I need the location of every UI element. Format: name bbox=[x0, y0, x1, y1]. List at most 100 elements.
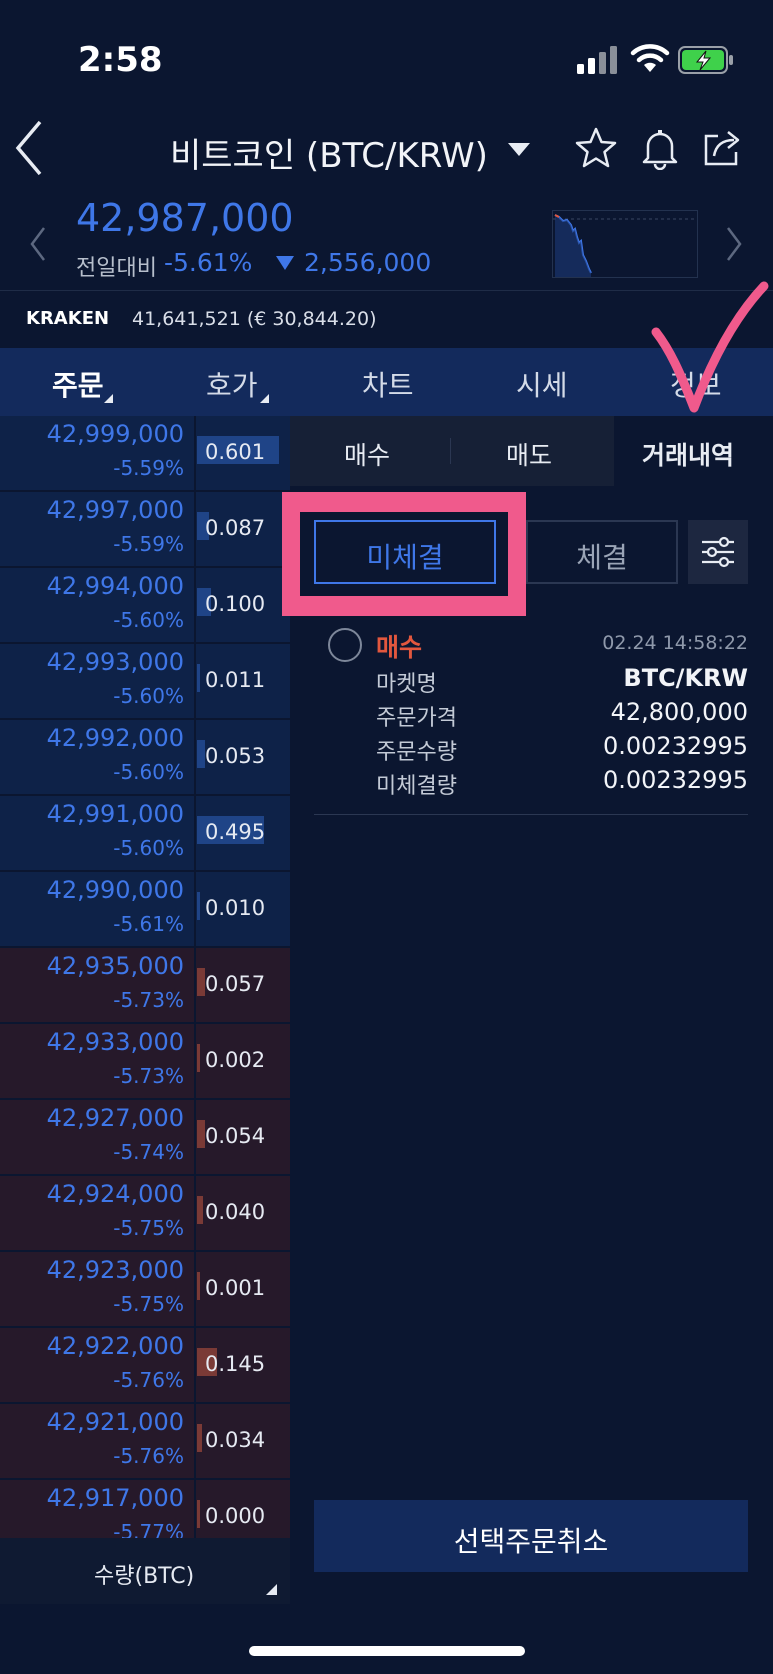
row-price: 42,921,000 bbox=[46, 1408, 184, 1436]
row-column-divider bbox=[194, 1404, 196, 1480]
row-depth-bar bbox=[197, 1044, 200, 1072]
change-label: 전일대비 bbox=[76, 256, 157, 281]
row-quantity: 0.011 bbox=[205, 668, 266, 692]
row-change-percent: -5.60% bbox=[113, 608, 184, 632]
tab-market[interactable]: 시세 bbox=[516, 364, 568, 404]
tab-order-corner-icon bbox=[104, 394, 113, 403]
row-column-divider bbox=[194, 1024, 196, 1100]
checkmark-annotation-icon bbox=[651, 281, 769, 413]
trade-panel-tabs: 매수 매도 거래내역 bbox=[290, 416, 773, 486]
orderbook-row[interactable]: 42,991,000 -5.60% 0.495 bbox=[0, 796, 290, 872]
row-change-percent: -5.73% bbox=[113, 1064, 184, 1088]
home-indicator bbox=[249, 1646, 525, 1656]
row-change-percent: -5.59% bbox=[113, 532, 184, 556]
order-field-value: BTC/KRW bbox=[623, 664, 748, 692]
row-depth-bar bbox=[197, 1424, 202, 1452]
favorite-star-icon[interactable] bbox=[574, 126, 618, 170]
market-title[interactable]: 비트코인 (BTC/KRW) bbox=[170, 128, 488, 177]
row-price: 42,990,000 bbox=[46, 876, 184, 904]
row-column-divider bbox=[194, 872, 196, 948]
orderbook-row[interactable]: 42,994,000 -5.60% 0.100 bbox=[0, 568, 290, 644]
status-time: 2:58 bbox=[78, 40, 163, 80]
row-price: 42,935,000 bbox=[46, 952, 184, 980]
orderbook-row[interactable]: 42,923,000 -5.75% 0.001 bbox=[0, 1252, 290, 1328]
row-price: 42,994,000 bbox=[46, 572, 184, 600]
battery-charging-icon bbox=[678, 46, 733, 74]
orderbook-row[interactable]: 42,935,000 -5.73% 0.057 bbox=[0, 948, 290, 1024]
row-depth-bar bbox=[197, 1272, 200, 1300]
orderbook-footer[interactable]: 수량(BTC) bbox=[0, 1538, 290, 1604]
order-field-label: 주문가격 bbox=[376, 706, 457, 731]
mini-price-chart[interactable] bbox=[552, 210, 698, 278]
row-column-divider bbox=[194, 644, 196, 720]
row-depth-bar bbox=[197, 968, 205, 996]
row-price: 42,917,000 bbox=[46, 1484, 184, 1512]
kraken-label: KRAKEN bbox=[26, 308, 110, 329]
orderbook-row[interactable]: 42,992,000 -5.60% 0.053 bbox=[0, 720, 290, 796]
row-column-divider bbox=[194, 1176, 196, 1252]
share-icon[interactable] bbox=[700, 126, 744, 170]
row-quantity: 0.057 bbox=[205, 972, 266, 996]
sliders-icon bbox=[702, 536, 734, 568]
row-change-percent: -5.60% bbox=[113, 836, 184, 860]
orderbook-row[interactable]: 42,922,000 -5.76% 0.145 bbox=[0, 1328, 290, 1404]
orderbook-row[interactable]: 42,993,000 -5.60% 0.011 bbox=[0, 644, 290, 720]
order-field-value: 42,800,000 bbox=[610, 698, 748, 726]
orderbook-row[interactable]: 42,990,000 -5.61% 0.010 bbox=[0, 872, 290, 948]
orderbook-row[interactable]: 42,927,000 -5.74% 0.054 bbox=[0, 1100, 290, 1176]
tab-history[interactable]: 거래내역 bbox=[642, 436, 734, 472]
tab-orderbook[interactable]: 호가 bbox=[206, 364, 258, 404]
filter-settings-button[interactable] bbox=[688, 520, 748, 584]
row-change-percent: -5.76% bbox=[113, 1444, 184, 1468]
row-quantity: 0.040 bbox=[205, 1200, 266, 1224]
row-column-divider bbox=[194, 416, 196, 492]
row-price: 42,997,000 bbox=[46, 496, 184, 524]
row-change-percent: -5.60% bbox=[113, 684, 184, 708]
caret-down-icon[interactable] bbox=[508, 143, 530, 157]
row-change-percent: -5.76% bbox=[113, 1368, 184, 1392]
row-quantity: 0.000 bbox=[205, 1504, 266, 1528]
orderbook-row[interactable]: 42,997,000 -5.59% 0.087 bbox=[0, 492, 290, 568]
tab-chart[interactable]: 차트 bbox=[362, 364, 414, 404]
row-change-percent: -5.73% bbox=[113, 988, 184, 1012]
filled-label: 체결 bbox=[576, 541, 628, 574]
order-field-value: 0.00232995 bbox=[602, 732, 748, 760]
row-quantity: 0.601 bbox=[205, 440, 266, 464]
row-change-percent: -5.61% bbox=[113, 912, 184, 936]
row-change-percent: -5.60% bbox=[113, 760, 184, 784]
row-quantity: 0.010 bbox=[205, 896, 266, 920]
row-quantity: 0.034 bbox=[205, 1428, 266, 1452]
row-quantity: 0.053 bbox=[205, 744, 266, 768]
row-change-percent: -5.75% bbox=[113, 1216, 184, 1240]
row-change-percent: -5.75% bbox=[113, 1292, 184, 1316]
cancel-selected-order-button[interactable]: 선택주문취소 bbox=[314, 1500, 748, 1572]
tab-orderbook-corner-icon bbox=[260, 394, 269, 403]
row-quantity: 0.002 bbox=[205, 1048, 266, 1072]
back-chevron-icon[interactable] bbox=[14, 118, 46, 178]
tab-sell[interactable]: 매도 bbox=[506, 436, 552, 472]
row-change-percent: -5.74% bbox=[113, 1140, 184, 1164]
prev-market-icon[interactable] bbox=[28, 226, 48, 262]
orderbook-row[interactable]: 42,999,000 -5.59% 0.601 bbox=[0, 416, 290, 492]
row-quantity: 0.145 bbox=[205, 1352, 266, 1376]
orderbook-row[interactable]: 42,933,000 -5.73% 0.002 bbox=[0, 1024, 290, 1100]
row-price: 42,991,000 bbox=[46, 800, 184, 828]
row-quantity: 0.495 bbox=[205, 820, 266, 844]
row-quantity: 0.001 bbox=[205, 1276, 266, 1300]
order-time: 02.24 14:58:22 bbox=[602, 632, 748, 654]
unfilled-filter-button[interactable]: 미체결 bbox=[314, 520, 496, 584]
cancel-label: 선택주문취소 bbox=[453, 1525, 609, 1558]
row-price: 42,993,000 bbox=[46, 648, 184, 676]
tab-order[interactable]: 주문 bbox=[52, 364, 104, 404]
alarm-bell-icon[interactable] bbox=[638, 126, 682, 170]
orderbook-row[interactable]: 42,924,000 -5.75% 0.040 bbox=[0, 1176, 290, 1252]
order-divider bbox=[314, 814, 748, 815]
change-percent: -5.61% bbox=[164, 248, 253, 277]
filled-filter-button[interactable]: 체결 bbox=[526, 520, 678, 584]
orderbook-row[interactable]: 42,921,000 -5.76% 0.034 bbox=[0, 1404, 290, 1480]
order-select-radio[interactable] bbox=[328, 628, 362, 662]
tab-buy[interactable]: 매수 bbox=[344, 436, 390, 472]
row-column-divider bbox=[194, 1100, 196, 1176]
down-triangle-icon bbox=[276, 256, 294, 270]
next-market-icon[interactable] bbox=[724, 226, 744, 262]
